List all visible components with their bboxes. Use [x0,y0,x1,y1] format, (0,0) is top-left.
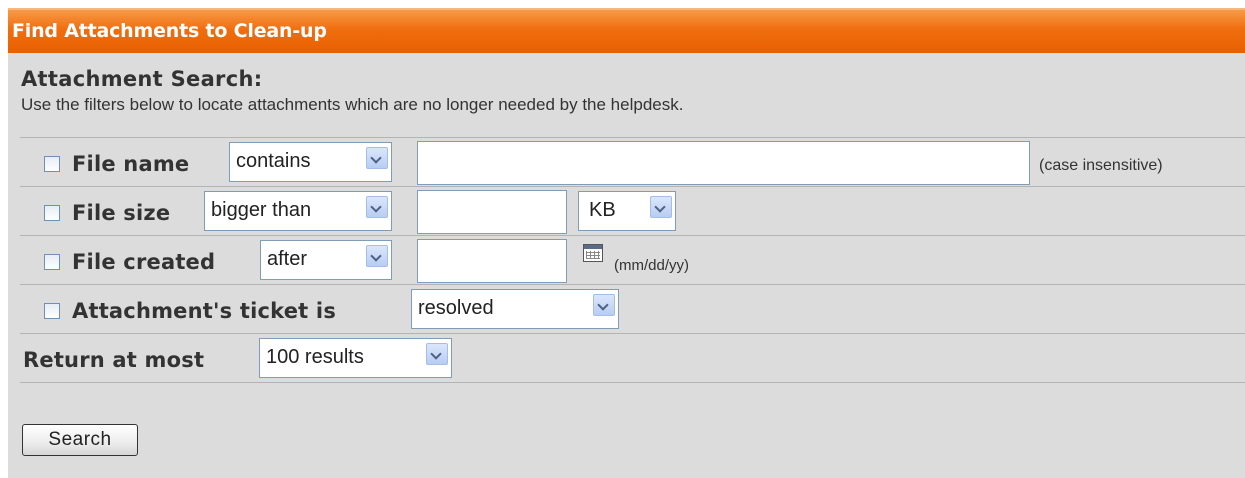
ticket-status-value: resolved [418,297,494,319]
panel-header: Find Attachments to Clean-up [8,8,1245,53]
ticket-status-select[interactable]: resolved [411,289,619,329]
filter-row-ticket-status: Attachment's ticket is resolved [20,284,1245,333]
filter-row-return-limit: Return at most 100 results [20,333,1245,382]
file-created-checkbox[interactable] [44,254,60,270]
file-size-checkbox[interactable] [44,205,60,221]
file-size-unit-select[interactable]: KB [578,191,676,231]
chevron-down-icon [366,245,388,267]
file-created-operator-select[interactable]: after [260,240,392,280]
file-size-input[interactable] [417,190,567,234]
chevron-down-icon [650,196,672,218]
return-limit-label: Return at most [23,348,205,372]
case-insensitive-hint: (case insensitive) [1039,157,1163,174]
calendar-icon[interactable] [583,244,603,262]
file-size-operator-select[interactable]: bigger than [204,191,392,231]
section-description: Use the filters below to locate attachme… [21,95,684,114]
return-limit-value: 100 results [266,346,364,368]
filter-row-file-created: File created after (mm/dd/yy) [20,235,1245,284]
search-button[interactable]: Search [22,424,138,456]
chevron-down-icon [426,343,448,365]
chevron-down-icon [366,196,388,218]
file-created-date-input[interactable] [417,239,567,283]
file-created-operator-value: after [267,248,308,270]
file-name-operator-value: contains [236,150,311,172]
attachments-panel: Find Attachments to Clean-up Attachment … [8,8,1245,478]
return-limit-select[interactable]: 100 results [259,338,452,378]
ticket-status-checkbox[interactable] [44,303,60,319]
filter-row-file-size: File size bigger than KB [20,186,1245,235]
chevron-down-icon [593,294,615,316]
file-name-checkbox[interactable] [44,156,60,172]
file-size-unit-value: KB [589,199,616,221]
file-size-operator-value: bigger than [211,199,312,221]
chevron-down-icon [366,147,388,169]
ticket-status-label: Attachment's ticket is [72,299,337,323]
file-name-label: File name [72,152,190,176]
file-created-label: File created [72,250,216,274]
file-size-label: File size [72,201,171,225]
file-name-input[interactable] [417,141,1030,185]
file-name-operator-select[interactable]: contains [229,142,392,182]
divider [20,382,1245,383]
date-format-hint: (mm/dd/yy) [614,257,689,274]
filter-row-file-name: File name contains (case insensitive) [20,137,1245,186]
section-title: Attachment Search: [21,67,263,91]
